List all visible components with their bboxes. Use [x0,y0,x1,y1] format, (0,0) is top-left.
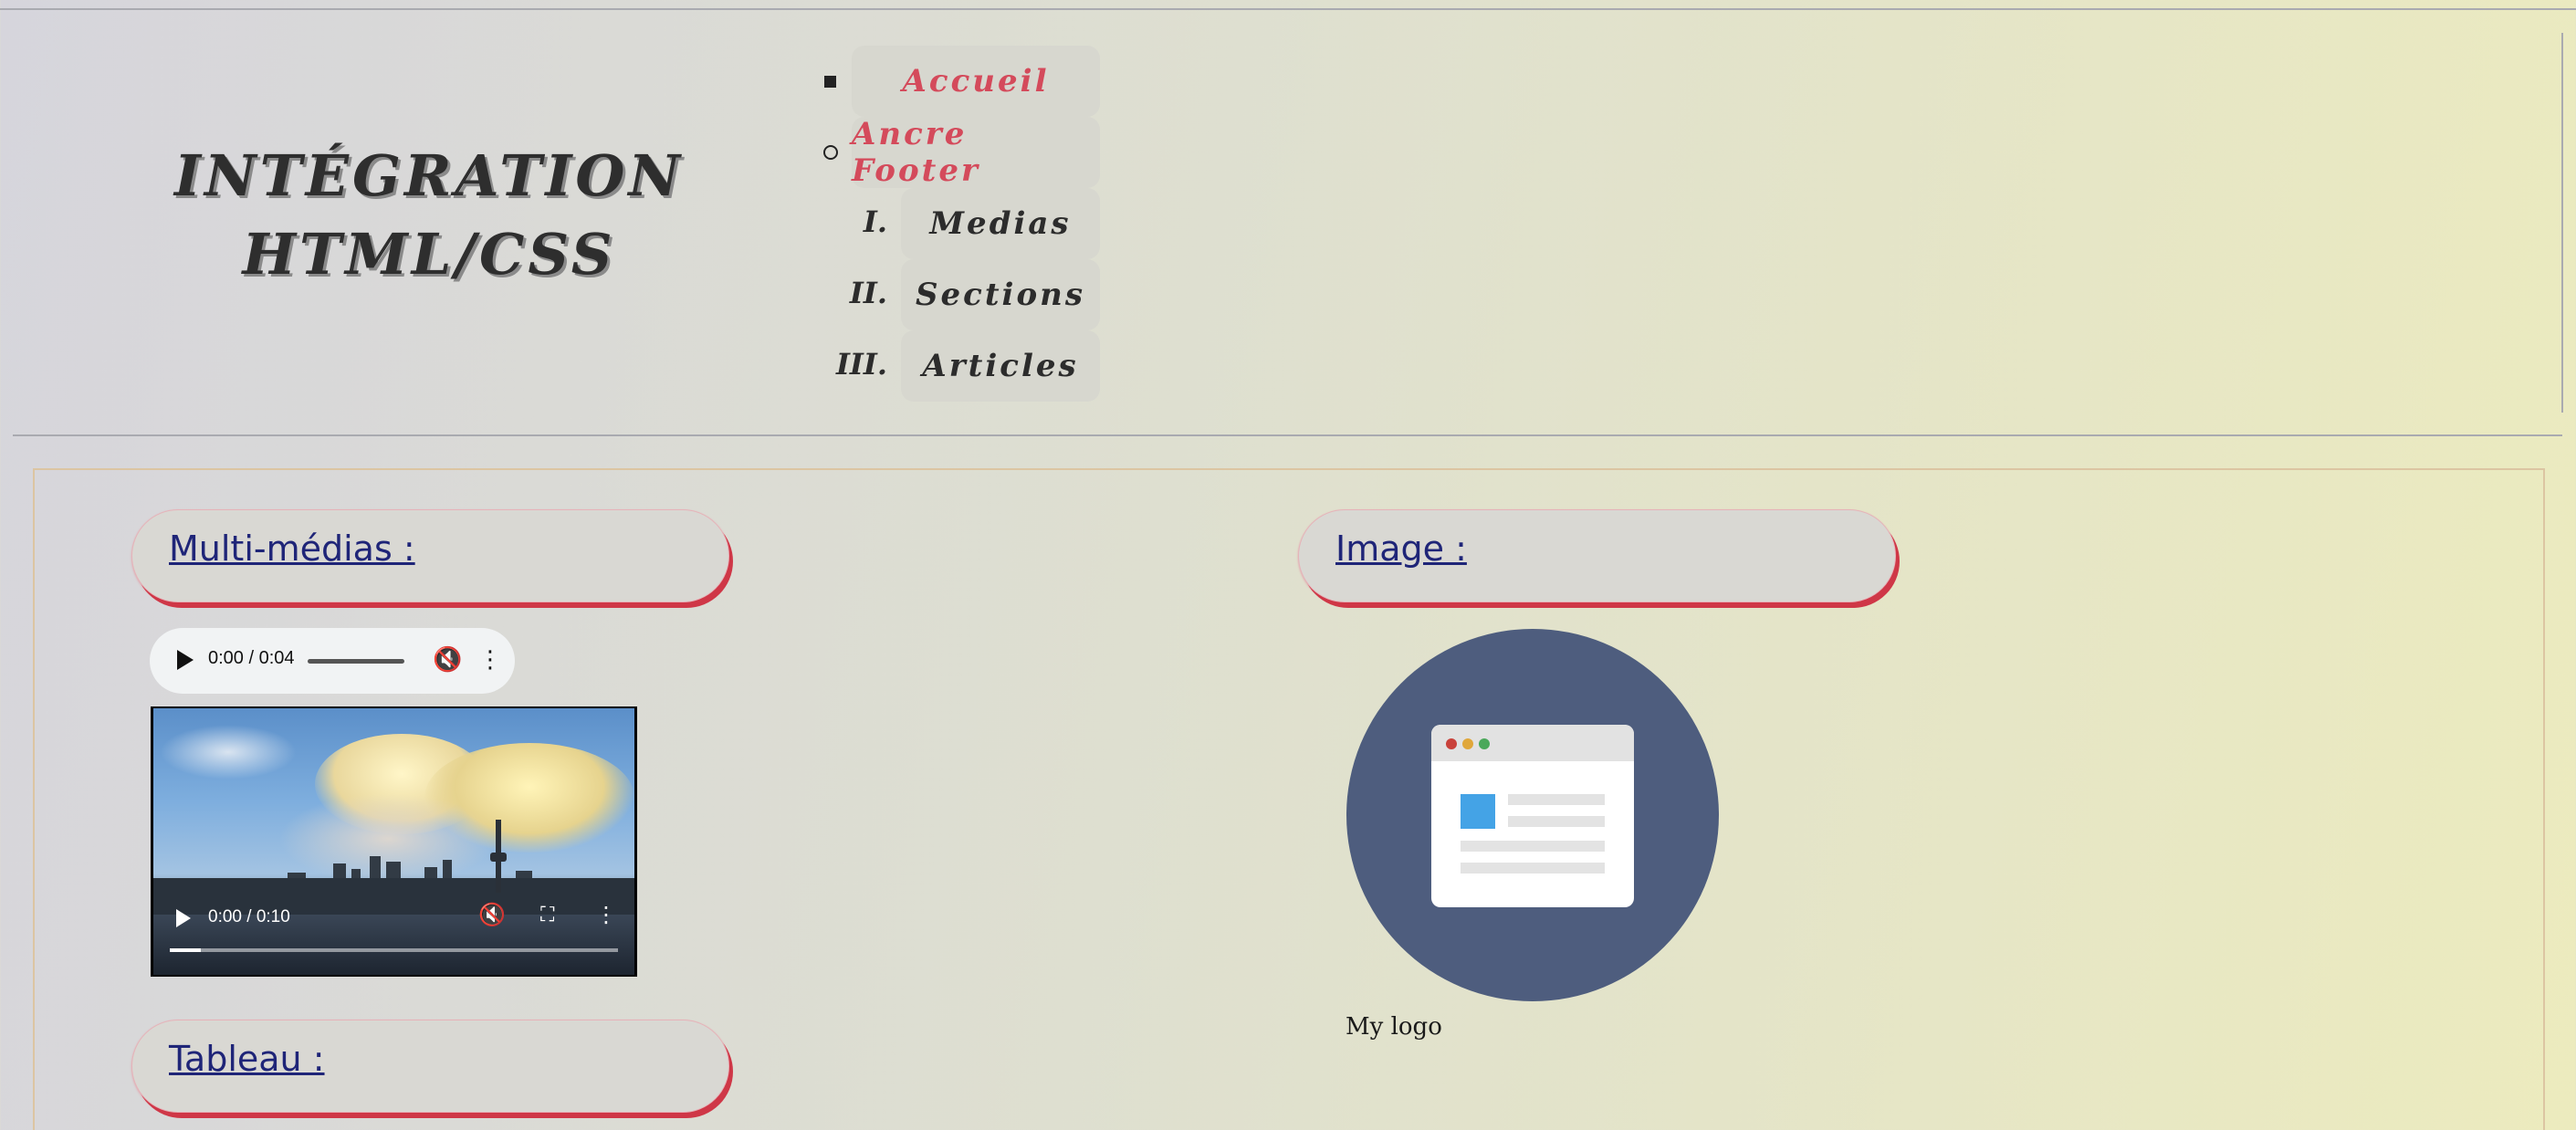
list-marker: II. [849,276,887,310]
list-marker: III. [835,347,887,382]
muted-speaker-icon[interactable]: 🔇 [433,646,462,674]
nav-link-accueil[interactable]: Accueil [852,46,1100,117]
header-divider [13,434,2562,436]
nav-link-sections[interactable]: Sections [901,259,1100,330]
more-options-icon[interactable]: ⋮ [478,644,502,675]
site-title-line2: HTML/CSS [242,221,616,288]
browser-window-icon [1431,725,1634,907]
audio-progress-bar[interactable] [308,659,404,664]
video-progress-fill [170,948,201,952]
nav-link-articles[interactable]: Articles [901,330,1100,402]
video-player[interactable]: 0:00 / 0:10 🔇 ⛶ ⋮ [151,706,637,977]
circle-bullet-icon [823,145,838,160]
muted-speaker-icon[interactable]: 🔇 [478,902,506,927]
video-progress-track[interactable] [170,948,618,952]
header-right-border [2561,33,2563,413]
section-header-multimedia: Multi-médias : [131,509,729,602]
section-link-multimedia[interactable]: Multi-médias : [169,528,415,569]
audio-time: 0:00 / 0:04 [208,648,295,668]
top-divider [0,8,2576,10]
nav-link-medias[interactable]: Medias [901,188,1100,259]
play-icon[interactable] [177,650,194,670]
section-header-image: Image : [1298,509,1896,602]
play-icon[interactable] [176,909,191,927]
section-link-table[interactable]: Tableau : [169,1039,325,1079]
logo-caption: My logo [1346,1013,1442,1041]
square-bullet-icon [824,76,836,88]
section-header-table: Tableau : [131,1020,729,1113]
fullscreen-icon[interactable]: ⛶ [540,904,554,926]
section-link-image[interactable]: Image : [1335,528,1467,569]
audio-player[interactable]: 0:00 / 0:04 🔇 ⋮ [150,628,515,694]
site-title: INTÉGRATION HTML/CSS [100,137,758,294]
video-time: 0:00 / 0:10 [208,907,290,926]
more-options-icon[interactable]: ⋮ [595,902,617,927]
site-title-line1: INTÉGRATION [173,142,685,209]
list-marker: I. [863,204,887,239]
nav-link-ancre-footer[interactable]: Ancre Footer [852,116,1100,189]
